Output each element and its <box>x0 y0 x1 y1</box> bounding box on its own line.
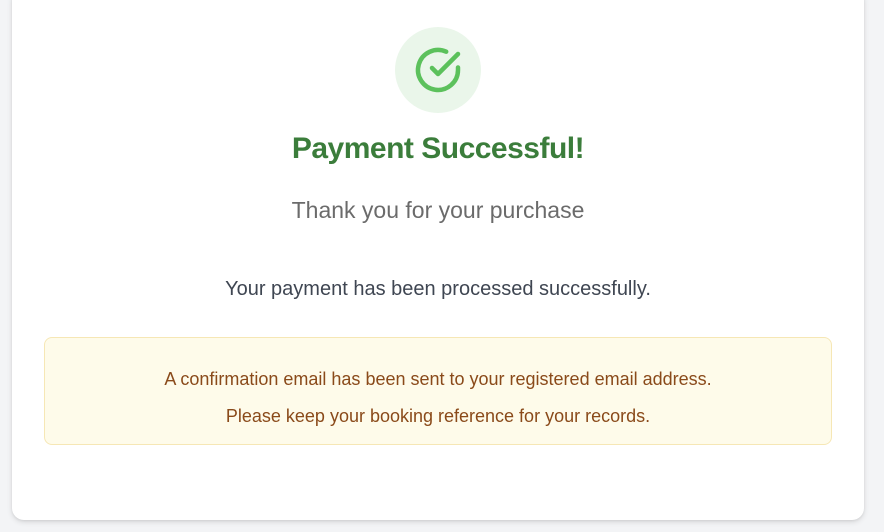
payment-success-card: Payment Successful! Thank you for your p… <box>12 0 864 520</box>
notice-email-line: A confirmation email has been sent to yo… <box>164 369 712 389</box>
page-title: Payment Successful! <box>291 132 585 165</box>
confirmation-notice: A confirmation email has been sent to yo… <box>44 337 832 445</box>
page-subtitle: Thank you for your purchase <box>291 197 585 223</box>
check-circle-icon <box>415 47 461 93</box>
success-icon-badge <box>395 27 481 113</box>
notice-reference-line: Please keep your booking reference for y… <box>225 406 651 426</box>
payment-status-message: Your payment has been processed successf… <box>225 278 651 300</box>
